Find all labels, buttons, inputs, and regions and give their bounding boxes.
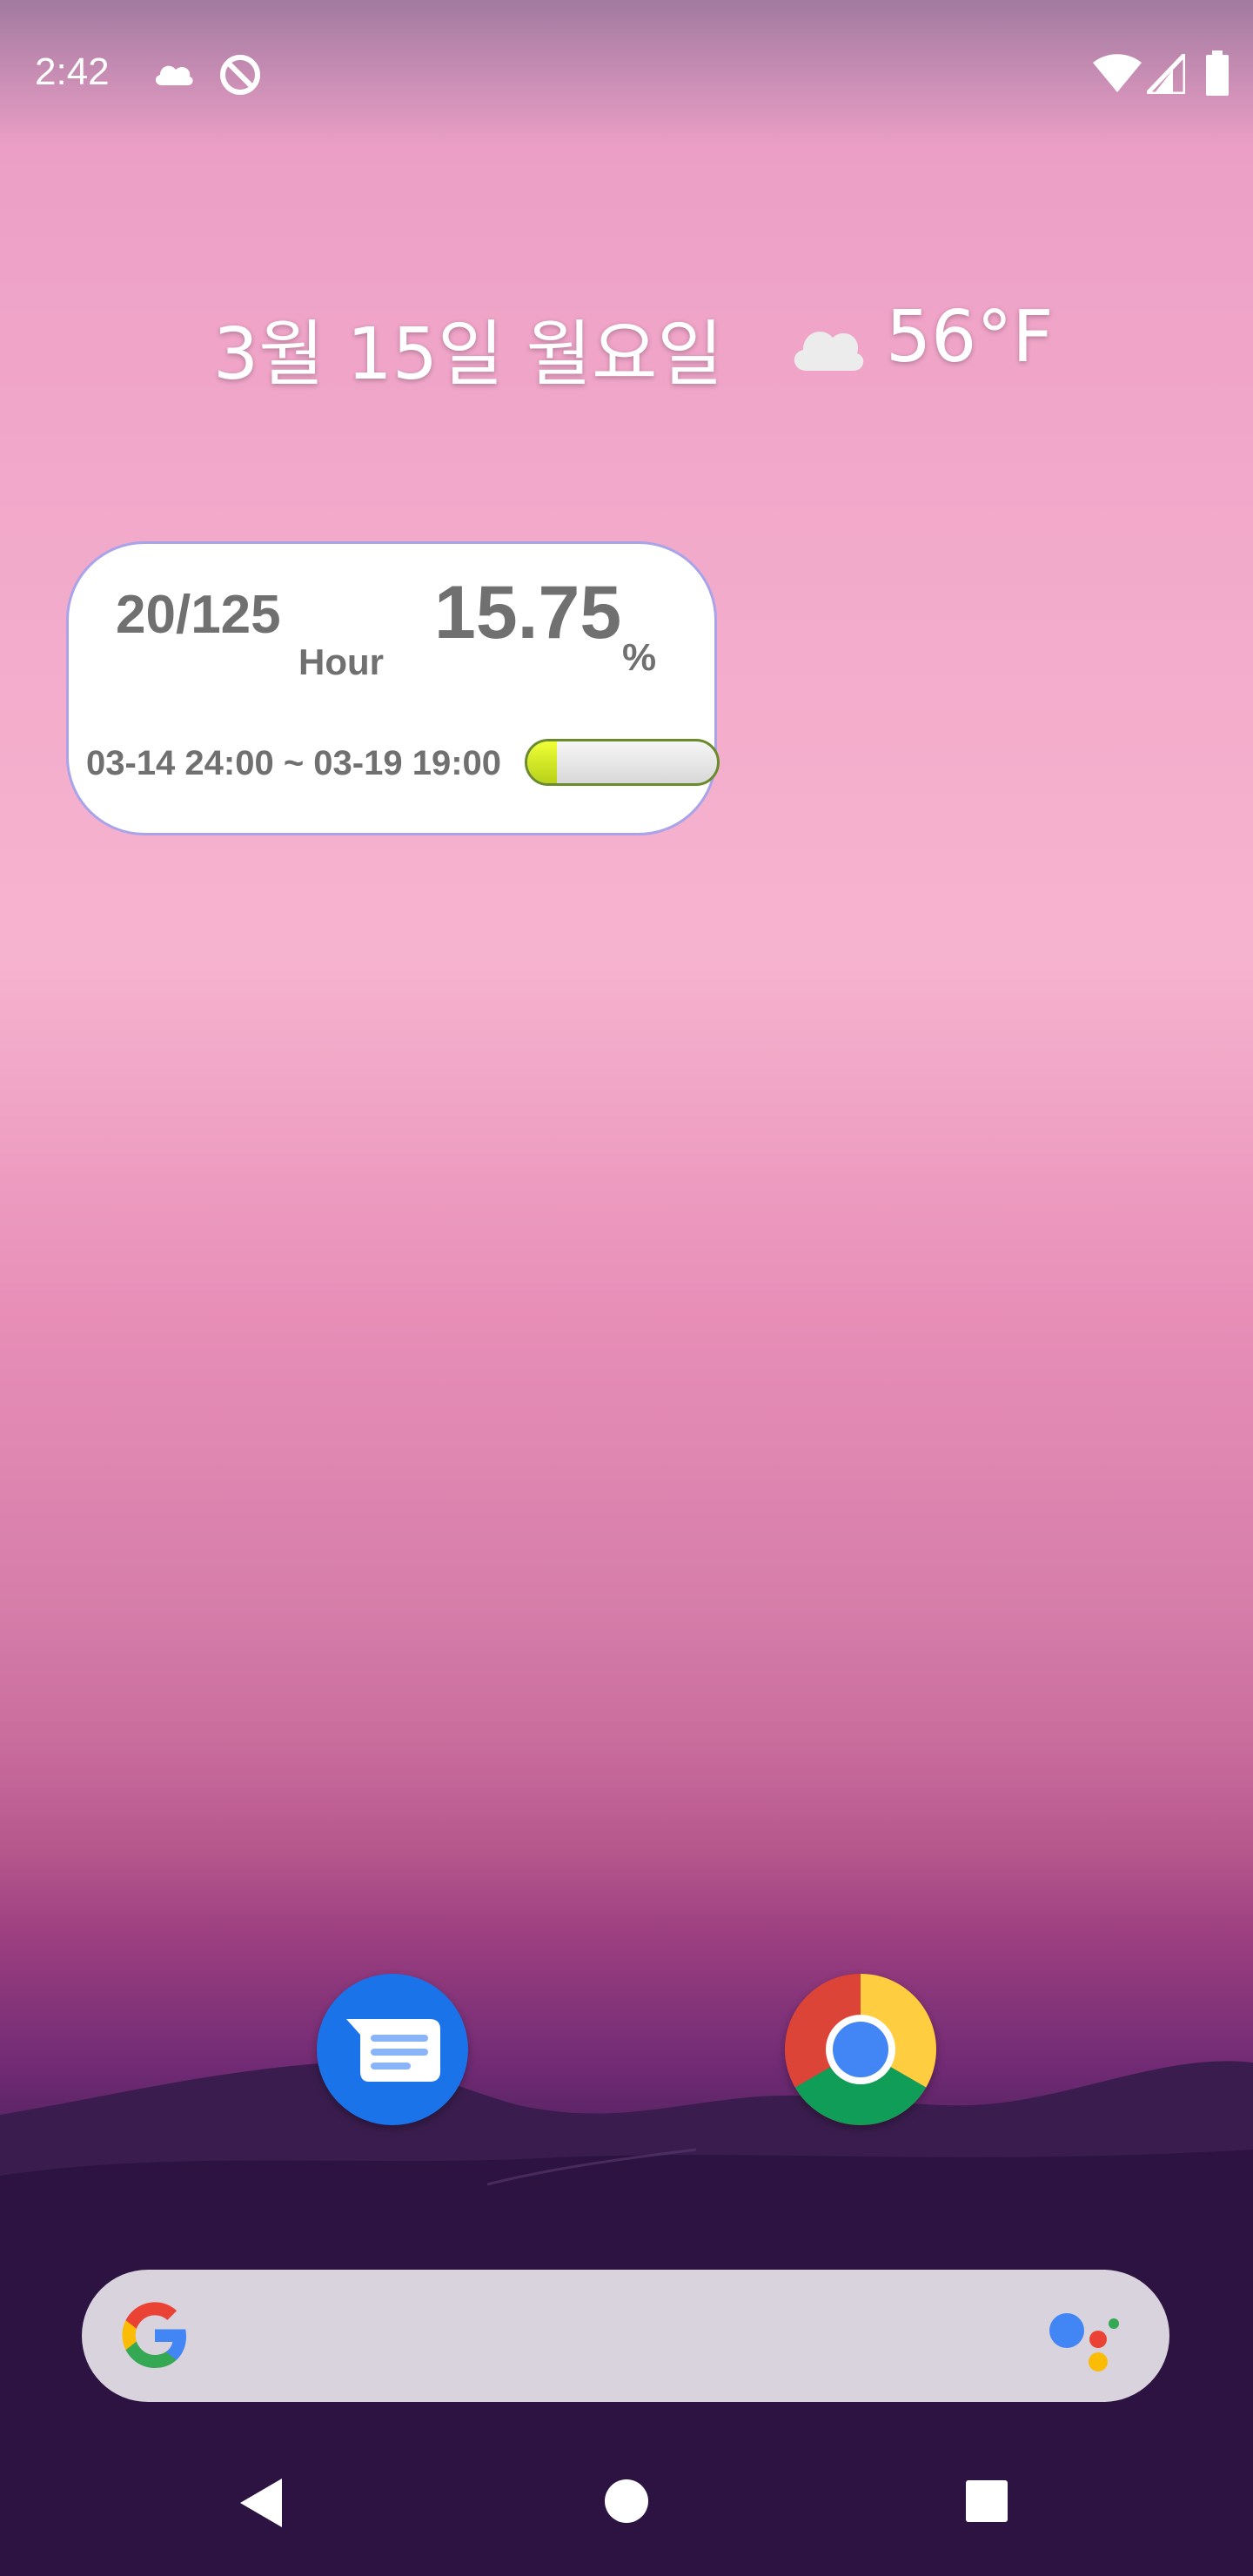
google-assistant-icon[interactable] [1048,2304,1126,2374]
progress-bar [525,739,720,786]
back-icon[interactable] [235,2475,287,2531]
google-search-bar[interactable] [82,2270,1169,2402]
percent-sign: % [622,636,657,679]
cell-signal-icon [1147,54,1185,94]
glance-temperature[interactable]: 56°F [886,296,1054,379]
hours-unit: Hour [298,641,384,682]
navigation-bar [0,2428,1253,2576]
status-bar: 2:42 [0,0,1253,148]
messages-icon [346,2019,440,2082]
hours-widget[interactable]: 20/125 Hour 15.75 % 03-14 24:00 ~ 03-19 … [66,541,720,835]
date-range: 03-14 24:00 ~ 03-19 19:00 [86,744,502,782]
at-a-glance[interactable]: 3월 15일 월요일 56°F [0,296,1253,400]
cloud-icon [794,331,864,371]
google-g-logo[interactable] [117,2298,193,2374]
progress-fill [527,741,558,783]
wifi-icon [1093,54,1142,92]
hours-ratio: 20/125 [116,585,281,645]
status-time: 2:42 [35,50,110,93]
percent-value: 15.75 [434,571,622,654]
home-icon[interactable] [602,2477,651,2526]
do-not-disturb-icon [220,55,260,95]
battery-icon [1206,50,1229,96]
glance-date[interactable]: 3월 15일 월요일 [213,296,723,399]
chrome-app-icon[interactable] [785,1974,936,2125]
messages-app-icon[interactable] [317,1974,468,2125]
cloud-icon [155,65,193,85]
recents-icon[interactable] [964,2479,1009,2524]
chrome-icon [785,1974,936,2125]
